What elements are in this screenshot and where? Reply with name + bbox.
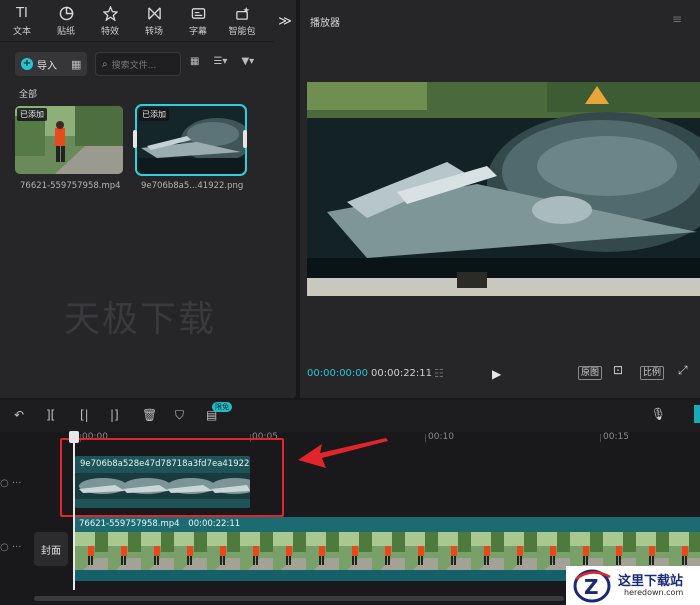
original-button[interactable]: 原图: [578, 366, 603, 380]
logo-url: heredown.com: [624, 588, 684, 597]
toolbar-subtitle[interactable]: 字幕: [176, 0, 220, 42]
ruler-tick: [600, 434, 601, 442]
added-badge: 已添加: [139, 108, 169, 121]
snapshot-icon[interactable]: ⊡: [611, 364, 625, 378]
subtitle-icon: [191, 6, 206, 22]
material-toolbar: TI 文本 贴纸 特效 转场 字幕 智能包 ≫: [0, 0, 296, 42]
marker-icon[interactable]: ⛉: [175, 408, 184, 423]
import-button[interactable]: + 导入 ▦: [15, 52, 87, 76]
toolbar-text[interactable]: TI 文本: [0, 0, 44, 42]
player-panel: 播放器 ≡ 00:00:00:00 00:00:22:11 ☷ ▶ 原图 ⊡ 比…: [300, 0, 700, 398]
media-item-video[interactable]: 已添加: [15, 106, 123, 174]
plus-icon: +: [21, 58, 33, 70]
watermark: 天极下载: [64, 299, 217, 340]
toolbar-label: 贴纸: [56, 26, 75, 37]
toolbar-sticker[interactable]: 贴纸: [44, 0, 88, 42]
clip-name: 76621-559757958.mp4: [79, 519, 180, 529]
fullscreen-icon[interactable]: ⤢: [676, 364, 690, 378]
toolbar-label: 字幕: [188, 26, 207, 37]
toolbar-effects[interactable]: 特效: [88, 0, 132, 42]
toolbar-smart-pack[interactable]: 智能包: [220, 0, 264, 42]
ratio-button[interactable]: 比例: [640, 366, 665, 380]
media-library: + 导入 ▦ ⌕ 搜索文件... ▦ ☰▾ ▼▾ 全部 已添加 76621-55…: [0, 42, 296, 398]
site-logo: Z 这里下载站 heredown.com: [566, 566, 700, 605]
qr-code-icon[interactable]: ▦: [71, 58, 81, 71]
toolbar-label: 特效: [100, 26, 119, 37]
annotation-arrow-icon: [298, 438, 388, 468]
timeline-toolbar: ↶ ][ [| |] 🗑 ⛉ ▤: [0, 400, 700, 432]
svg-text:Z: Z: [584, 575, 599, 599]
filter-icon[interactable]: ▼▾: [241, 56, 254, 67]
toolbar-label: 文本: [12, 26, 31, 37]
total-timecode: 00:00:22:11: [371, 368, 433, 379]
player-title: 播放器: [310, 18, 340, 29]
logo-z-icon: Z: [573, 569, 611, 603]
ruler-label: 00:15: [603, 432, 629, 442]
media-item-caption: 76621-559757958.mp4: [20, 181, 121, 191]
section-label: 全部: [19, 90, 38, 100]
horizontal-scrollbar[interactable]: [34, 596, 564, 601]
grid-view-icon[interactable]: ▦: [190, 56, 199, 67]
clip-meta: 76621-559757958.mp4 00:00:22:11: [79, 519, 240, 529]
media-panel: TI 文本 贴纸 特效 转场 字幕 智能包 ≫ + 导入 ▦ ⌕ 搜索文件...…: [0, 0, 296, 398]
cover-button[interactable]: 封面: [34, 532, 68, 566]
split-left-icon[interactable]: [|: [80, 408, 89, 422]
preview-canvas: [307, 82, 700, 296]
search-placeholder: 搜索文件...: [111, 60, 157, 71]
drag-handle-left[interactable]: [133, 130, 137, 148]
microphone-icon[interactable]: 🎙: [651, 407, 666, 421]
search-input[interactable]: ⌕ 搜索文件...: [95, 52, 181, 76]
playhead-handle[interactable]: [69, 431, 79, 443]
video-editor: TI 文本 贴纸 特效 转场 字幕 智能包 ≫ + 导入 ▦ ⌕ 搜索文件...…: [0, 0, 700, 605]
toolbar-transition[interactable]: 转场: [132, 0, 176, 42]
play-button[interactable]: ▶: [492, 367, 501, 381]
ruler-tick: [425, 434, 426, 442]
highlight-box: [60, 438, 284, 517]
menu-icon[interactable]: ≡: [672, 12, 682, 26]
smart-pack-icon: [235, 6, 250, 22]
split-icon[interactable]: ][: [46, 408, 55, 422]
delete-icon[interactable]: 🗑: [142, 408, 157, 422]
added-badge: 已添加: [17, 108, 47, 121]
toolbar-label: 转场: [144, 26, 163, 37]
text-icon: TI: [16, 5, 28, 21]
sticker-icon: [59, 6, 74, 22]
view-controls: ▦ ☰▾ ▼▾: [190, 56, 254, 67]
logo-text: 这里下载站: [618, 574, 684, 589]
transition-icon: [147, 6, 162, 22]
media-item-caption: 9e706b8a5...41922.png: [141, 181, 244, 191]
split-right-icon[interactable]: |]: [110, 408, 119, 422]
media-item-image[interactable]: 已添加: [135, 104, 247, 176]
undo-icon[interactable]: ↶: [14, 408, 24, 422]
sort-icon[interactable]: ☰▾: [213, 56, 227, 67]
import-label: 导入: [37, 60, 57, 72]
effects-icon: [102, 5, 118, 22]
teal-toggle[interactable]: [694, 405, 700, 423]
clip-duration: 00:00:22:11: [188, 519, 241, 529]
more-tools-button[interactable]: ≫: [274, 0, 296, 42]
search-icon: ⌕: [102, 58, 108, 70]
ruler-label: 00:10: [428, 432, 454, 442]
track-options-icon[interactable]: ○ ···: [0, 478, 60, 489]
clip-frames: [75, 532, 700, 570]
toolbar-label: 智能包: [228, 26, 256, 37]
drag-handle-right[interactable]: [243, 130, 247, 148]
free-badge: 限免: [212, 402, 232, 412]
current-timecode: 00:00:00:00: [307, 368, 369, 379]
chapter-list-icon[interactable]: ☷: [434, 367, 444, 380]
playhead[interactable]: [73, 432, 75, 590]
